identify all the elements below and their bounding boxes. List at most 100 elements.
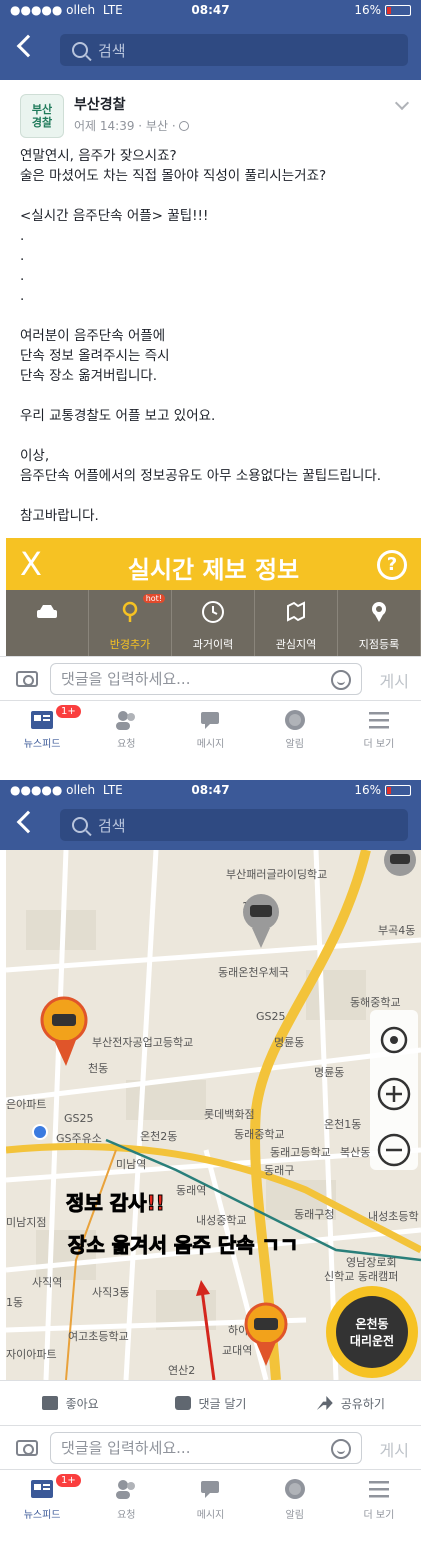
tab-messages[interactable]: 메시지: [168, 1470, 252, 1541]
tab-friend-requests[interactable]: 요청: [84, 701, 168, 756]
help-icon: ?: [377, 550, 407, 580]
thumbs-up-icon: [41, 1396, 58, 1410]
post-text-line: [20, 426, 415, 446]
messages-icon: [199, 709, 223, 731]
post-body: 연말연시, 음주가 잦으시죠? 술은 마셨어도 차는 직접 몰아야 직성이 풀리시…: [20, 146, 415, 526]
map-label: 미남지점: [6, 1216, 46, 1229]
post-text-line: 음주단속 어플에서의 정보공유도 아무 소용없다는 꿀팁드립니다.: [20, 468, 382, 484]
overlay-caption-1: 정보 감사!!: [66, 1191, 165, 1215]
news-feed-icon: [30, 1478, 54, 1500]
tab-friend-requests[interactable]: 요청: [84, 1470, 168, 1541]
post-text-line: 우리 교통경찰도 어플 보고 있어요.: [20, 408, 216, 424]
tab-label: 더 보기: [363, 739, 395, 750]
map-label: 부곡4동: [378, 924, 415, 937]
post-comment-button[interactable]: 게시: [380, 668, 409, 692]
map-label: 자이아파트: [6, 1348, 57, 1361]
map-label: 명륜동: [274, 1036, 304, 1049]
post-text-line: [20, 186, 415, 206]
post-text-line: 연말연시, 음주가 잦으시죠?: [20, 148, 177, 164]
friend-requests-icon: [114, 1478, 138, 1500]
map-label: GS주유소: [56, 1132, 102, 1145]
nav-bar: 검색: [0, 800, 421, 850]
battery-indicator: 16%: [354, 3, 411, 17]
camera-icon[interactable]: [16, 671, 38, 687]
emoji-icon[interactable]: [331, 1439, 351, 1459]
tab-more-menu[interactable]: 더 보기: [337, 701, 421, 756]
post-text-line: .: [20, 228, 25, 244]
tab-messages[interactable]: 메시지: [168, 701, 252, 756]
status-bar: ●●●●● olleh LTE 08:47 16%: [0, 780, 421, 800]
map-label: 명륜동: [314, 1066, 344, 1079]
map-pin-icon: [284, 600, 308, 624]
car-icon: [35, 600, 59, 624]
app-tool-label: 반경추가: [109, 638, 151, 651]
post-text-line: [20, 486, 415, 506]
avatar-text: 부산 경찰: [31, 103, 53, 129]
like-button[interactable]: 좋아요: [0, 1381, 140, 1425]
tab-notifications[interactable]: 알림: [253, 1470, 337, 1541]
map-label: 사직3동: [92, 1286, 129, 1299]
tab-more-menu[interactable]: 더 보기: [337, 1470, 421, 1541]
map-label: GS25: [64, 1112, 94, 1125]
tab-news-feed[interactable]: 1+ 뉴스피드: [0, 701, 84, 756]
app-tool-label: 관심지역: [275, 638, 317, 651]
map-label: 은아파트: [6, 1098, 46, 1111]
more-menu-icon: [367, 1478, 391, 1500]
search-input[interactable]: 검색: [60, 34, 408, 66]
camera-icon[interactable]: [16, 1440, 38, 1456]
comment-input[interactable]: 댓글을 입력하세요...: [50, 663, 362, 695]
search-input[interactable]: 검색: [60, 809, 408, 841]
map-label: 부산패러글라이딩학교: [226, 868, 327, 881]
app-tool-item: 관심지역: [255, 590, 338, 656]
map-label: 사직역: [32, 1276, 62, 1289]
map-screenshot: 부산패러글라이딩학교 부곡4동 동래온천우체국 동해중학교 GS25 부산전자공…: [6, 850, 421, 1380]
comment-button[interactable]: 댓글 달기: [140, 1381, 280, 1425]
clock-icon: [201, 600, 225, 624]
post-text-line: [20, 386, 415, 406]
map-label: 영남장로회: [346, 1256, 397, 1269]
map-label: 천동: [88, 1061, 108, 1075]
share-button[interactable]: 공유하기: [281, 1381, 421, 1425]
post-text-line: 단속 장소 옮겨버립니다.: [20, 368, 158, 384]
tab-notifications[interactable]: 알림: [253, 701, 337, 756]
post-text-line: 이상,: [20, 448, 50, 464]
friend-requests-icon: [114, 709, 138, 731]
page-name[interactable]: 부산경찰: [74, 94, 126, 114]
comment-composer: 댓글을 입력하세요... 게시: [0, 656, 421, 700]
post-text-line: 술은 마셨어도 차는 직접 몰아야 직성이 풀리시는거죠?: [20, 168, 327, 184]
driver-badge-line2: 대리운전: [350, 1333, 394, 1348]
post-comment-button[interactable]: 게시: [380, 1437, 409, 1461]
map-label: 연산2: [168, 1364, 195, 1377]
map-label: 내성중학교: [196, 1214, 247, 1227]
app-tool-item: 과거이력: [172, 590, 255, 656]
notifications-icon: [283, 709, 307, 731]
chevron-down-icon[interactable]: [394, 95, 410, 111]
post-text-line: .: [20, 268, 25, 284]
post-text-line: [20, 306, 415, 326]
notification-badge: 1+: [56, 705, 81, 718]
comment-input[interactable]: 댓글을 입력하세요...: [50, 1432, 362, 1464]
map-label: 동래고등학교: [270, 1146, 331, 1159]
comment-composer: 댓글을 입력하세요... 게시: [0, 1425, 421, 1469]
battery-indicator: 16%: [354, 783, 411, 797]
tab-news-feed[interactable]: 1+ 뉴스피드: [0, 1470, 84, 1541]
map-label: 동해중학교: [350, 995, 401, 1009]
pin-icon: [367, 600, 391, 624]
map-label: 내성초등학: [368, 1210, 419, 1223]
overlay-caption-2: 장소 옮겨서 음주 단속 ㄱㄱ: [68, 1233, 298, 1257]
emoji-icon[interactable]: [331, 670, 351, 690]
share-arrow-icon: [316, 1396, 333, 1410]
map-label: 교대역: [222, 1344, 252, 1357]
more-menu-icon: [367, 709, 391, 731]
tab-label: 뉴스피드: [23, 739, 61, 750]
map-label: 동래온천우체국: [218, 965, 289, 979]
post-text-line: .: [20, 248, 25, 264]
back-arrow-icon[interactable]: [16, 810, 40, 834]
back-arrow-icon[interactable]: [16, 34, 40, 58]
tab-bar: 1+ 뉴스피드 요청 메시지 알림 더 보기: [0, 700, 421, 756]
notification-badge: 1+: [56, 1474, 81, 1487]
map-label: GS25: [256, 1010, 286, 1023]
map-label: 동래구: [264, 1164, 294, 1177]
avatar[interactable]: 부산 경찰: [20, 94, 64, 138]
globe-icon: [179, 121, 190, 131]
